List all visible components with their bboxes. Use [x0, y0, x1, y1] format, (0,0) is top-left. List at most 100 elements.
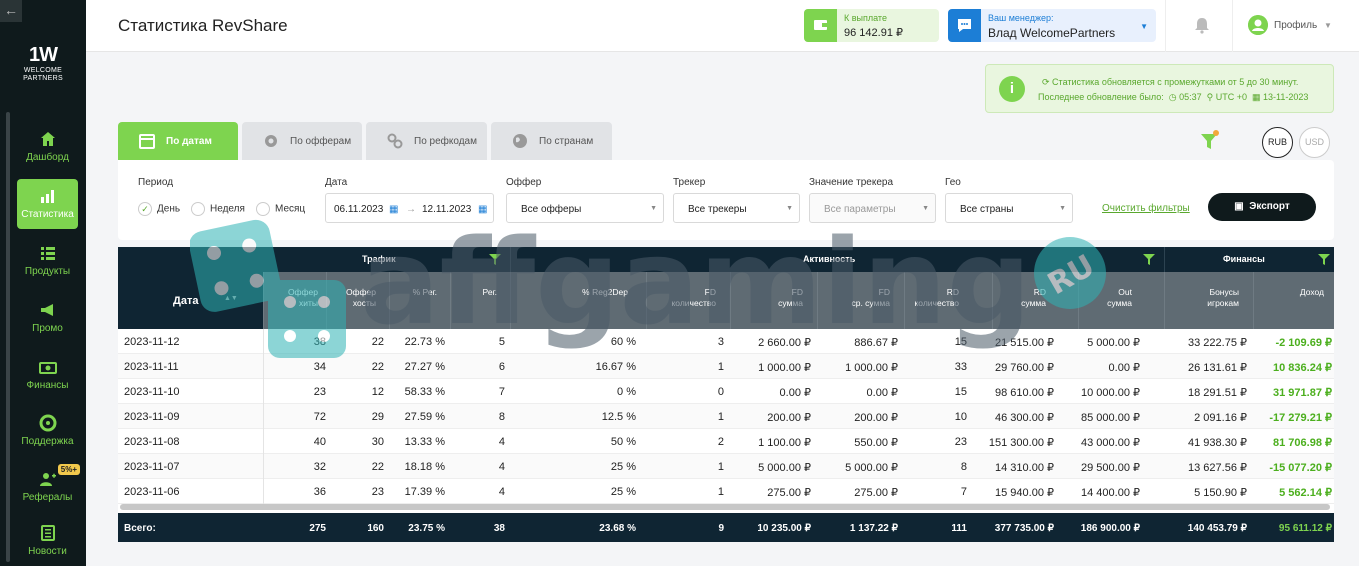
sidebar-item-finance[interactable]: Финансы — [17, 350, 78, 400]
date-to: 12.11.2023 — [422, 204, 472, 215]
sidebar-item-referrals[interactable]: 5%+ Рефералы — [17, 462, 80, 512]
tab-by-offers[interactable]: По офферам — [242, 122, 362, 160]
table-cell: 4 — [498, 461, 505, 473]
table-cell: 16.67 % — [595, 361, 636, 373]
logo[interactable]: 1W WELCOME PARTNERS — [18, 44, 68, 83]
tab-label: По рефкодам — [414, 136, 477, 147]
news-icon — [40, 525, 55, 541]
divider — [1232, 0, 1233, 52]
table-cell: 38 — [313, 336, 326, 348]
tab-label: По странам — [539, 136, 594, 147]
currency-rub[interactable]: RUB — [1262, 127, 1293, 158]
date-range-input[interactable]: 06.11.2023 ▦ → 12.11.2023 ▦ — [325, 193, 494, 223]
table-cell: 2023-11-11 — [124, 361, 179, 373]
column-header-cell[interactable]: RD количество — [914, 287, 959, 309]
table-cell: 13 627.56 ₽ — [1188, 462, 1247, 474]
table-cell: 5 150.90 ₽ — [1194, 487, 1247, 499]
table-cell: 81 706.98 ₽ — [1273, 437, 1332, 449]
home-icon — [40, 132, 55, 146]
table-cell: 26 131.61 ₽ — [1188, 362, 1247, 374]
table-cell: 60 % — [610, 336, 636, 348]
column-header-cell[interactable]: FD количество — [671, 287, 716, 309]
table-cell: 29 — [371, 411, 384, 423]
sidebar-item-statistics[interactable]: Статистика — [17, 179, 78, 229]
column-header-cell[interactable]: % Reg2Dep — [582, 287, 628, 298]
geo-select[interactable]: Все страны ▼ — [945, 193, 1073, 223]
payout-value: 96 142.91 ₽ — [844, 27, 903, 39]
update-tz: UTC +0 — [1215, 92, 1247, 102]
manager-dropdown[interactable]: Ваш менеджер: Влад WelcomePartners ▼ — [948, 9, 1156, 42]
filter-icon[interactable] — [1200, 130, 1220, 152]
tracker-select[interactable]: Все трекеры ▼ — [673, 193, 800, 223]
table-cell: 29 760.00 ₽ — [995, 362, 1054, 374]
column-header-cell[interactable]: Out сумма — [1107, 287, 1132, 309]
sidebar-item-news[interactable]: Новости — [17, 516, 78, 566]
chat-icon — [948, 9, 981, 42]
sidebar-item-support[interactable]: Поддержка — [17, 406, 78, 456]
table-cell: 5 562.14 ₽ — [1279, 487, 1332, 499]
filter-panel: Период ✓ День Неделя Месяц Дата 06.11.202… — [118, 160, 1334, 240]
arrow-right-icon: → — [406, 204, 416, 215]
group-traffic: Трафик — [362, 254, 396, 264]
table-cell: 2 660.00 ₽ — [758, 337, 811, 349]
profile-menu[interactable]: Профиль ▼ — [1248, 15, 1338, 37]
clear-filters-link[interactable]: Очистить фильтры — [1102, 203, 1190, 214]
filter-icon[interactable] — [1318, 253, 1330, 266]
column-header-cell[interactable]: % Рег. — [413, 287, 437, 298]
table-cell: 151 300.00 ₽ — [988, 437, 1054, 449]
column-header-cell[interactable]: FD ср. сумма — [851, 287, 890, 309]
currency-usd[interactable]: USD — [1299, 127, 1330, 158]
logo-mark: 1W — [29, 44, 58, 66]
table-cell: 0 — [717, 386, 724, 398]
bell-icon[interactable] — [1193, 16, 1211, 34]
column-header-cell[interactable]: RD сумма — [1021, 287, 1046, 309]
column-header-cell[interactable]: Бонусы игрокам — [1207, 287, 1239, 309]
filter-icon[interactable] — [489, 253, 501, 266]
table-cell: 0.00 ₽ — [866, 387, 898, 399]
column-header-cell[interactable]: Доход — [1300, 287, 1324, 298]
table-cell: 98 610.00 ₽ — [995, 387, 1054, 399]
offer-select[interactable]: Все офферы ▼ — [506, 193, 664, 223]
table-cell: 22 — [371, 461, 384, 473]
filter-icon[interactable] — [1143, 253, 1155, 266]
info-icon: i — [999, 76, 1025, 102]
tracker-value-select[interactable]: Все параметры ▼ — [809, 193, 936, 223]
sidebar-item-promo[interactable]: Промо — [17, 293, 78, 343]
table-cell: 12.5 % — [601, 411, 636, 423]
sidebar-item-dashboard[interactable]: Дашборд — [17, 122, 78, 172]
table-cell: 12 — [371, 386, 384, 398]
back-arrow-icon[interactable]: ← — [0, 0, 22, 22]
column-header-cell[interactable]: Рег. — [483, 287, 497, 298]
payout-widget[interactable]: К выплате 96 142.91 ₽ — [804, 9, 939, 42]
sidebar-scrollbar[interactable] — [6, 112, 10, 562]
column-header-cell[interactable]: Оффер хиты — [288, 287, 318, 309]
table-row: 2023-11-10 23 12 58.33 % 7 0 % 0 0.00 ₽ 0.00 ₽ 15… — [118, 379, 1334, 404]
date-label: Дата — [325, 177, 348, 188]
save-icon: ▣ — [1234, 201, 1244, 212]
header: Статистика RevShare К выплате 96 142.91 … — [86, 0, 1359, 52]
sidebar-item-label: Рефералы — [22, 492, 73, 503]
total-row: Всего: 275 160 23.75 % 38 23.68 % 9 10 235.00 ₽… — [118, 513, 1334, 542]
horizontal-scrollbar[interactable] — [120, 504, 1330, 510]
table-cell: 5 000.00 ₽ — [1087, 337, 1140, 349]
export-button[interactable]: ▣ Экспорт — [1208, 193, 1316, 221]
table-cell: 18 291.51 ₽ — [1188, 387, 1247, 399]
column-header-cell[interactable]: FD сумма — [778, 287, 803, 309]
radio-month[interactable]: Месяц — [256, 202, 305, 216]
sidebar-item-products[interactable]: Продукты — [17, 236, 78, 286]
table-row: 2023-11-12 38 22 22.73 % 5 60 % 3 2 660.00 ₽ 886… — [118, 329, 1334, 354]
date-column-header[interactable]: Дата ▲▼ — [118, 247, 263, 329]
total-cell: 140 453.79 ₽ — [1187, 523, 1247, 534]
tab-by-dates[interactable]: По датам — [118, 122, 238, 160]
table-cell: 27.27 % — [404, 361, 445, 373]
table-cell: 2023-11-12 — [124, 336, 180, 348]
tab-by-countries[interactable]: По странам — [491, 122, 612, 160]
lifebuoy-icon — [39, 414, 56, 432]
radio-week[interactable]: Неделя — [191, 202, 245, 216]
table-cell: 1 100.00 ₽ — [758, 437, 811, 449]
table-cell: 10 000.00 ₽ — [1081, 387, 1140, 399]
radio-day[interactable]: ✓ День — [138, 202, 180, 216]
tab-by-refcodes[interactable]: По рефкодам — [366, 122, 487, 160]
column-header-cell[interactable]: Оффер хосты — [346, 287, 376, 309]
table-cell: 2023-11-09 — [124, 411, 180, 423]
